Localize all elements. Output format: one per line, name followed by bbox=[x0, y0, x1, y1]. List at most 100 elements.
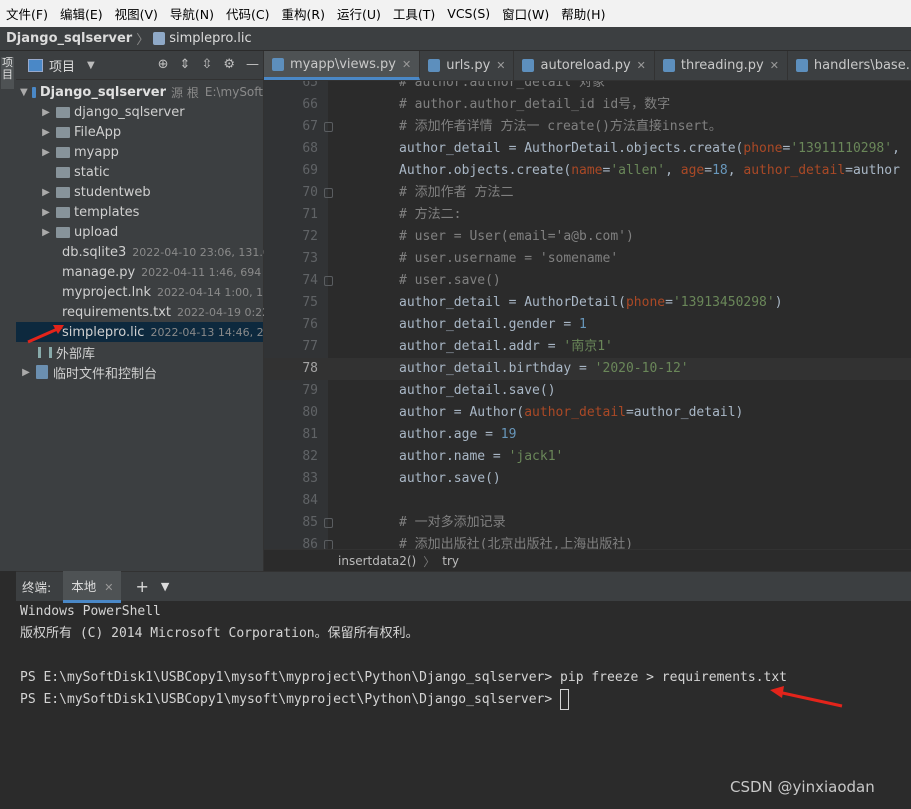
code-line[interactable]: 79 author_detail.save() bbox=[264, 380, 911, 402]
tree-item[interactable]: manage.py 2022-04-11 1:46, 694 B bbox=[16, 262, 272, 282]
collapse-all-icon[interactable]: ⇳ bbox=[201, 57, 212, 72]
tree-root[interactable]: ▼ Django_sqlserver 源 根 E:\mySoft bbox=[16, 82, 263, 102]
menu-file[interactable]: 文件(F) bbox=[0, 4, 54, 23]
add-terminal-icon[interactable]: + bbox=[135, 577, 148, 596]
menu-navigate[interactable]: 导航(N) bbox=[164, 4, 220, 23]
tree-item[interactable]: requirements.txt 2022-04-19 0:22, bbox=[16, 302, 273, 322]
tab-autoreload[interactable]: autoreload.py ✕ bbox=[514, 51, 655, 80]
expand-all-icon[interactable]: ⇕ bbox=[180, 57, 191, 72]
code-line[interactable]: 85 # 一对多添加记录 bbox=[264, 512, 911, 534]
menu-window[interactable]: 窗口(W) bbox=[496, 4, 555, 23]
fold-marker-icon[interactable] bbox=[324, 276, 333, 286]
code-line[interactable]: 86 # 添加出版社(北京出版社,上海出版社) bbox=[264, 534, 911, 549]
chevron-right-icon[interactable]: ▶ bbox=[40, 207, 52, 218]
tree-item[interactable]: ▶ templates bbox=[16, 202, 263, 222]
locate-file-icon[interactable]: ⊕ bbox=[158, 57, 169, 72]
project-panel-title[interactable]: 项目 bbox=[49, 56, 75, 75]
chevron-right-icon[interactable]: ▶ bbox=[40, 227, 52, 238]
menu-tools[interactable]: 工具(T) bbox=[387, 4, 441, 23]
code-line[interactable]: 68 author_detail = AuthorDetail.objects.c… bbox=[264, 138, 911, 160]
code-line[interactable]: 81 author.age = 19 bbox=[264, 424, 911, 446]
code-line[interactable]: 74 # user.save() bbox=[264, 270, 911, 292]
code-line[interactable]: 66 # author.author_detail_id id号，数字 bbox=[264, 94, 911, 116]
chevron-down-icon[interactable]: ▼ bbox=[20, 87, 28, 98]
tab-handlers-base[interactable]: handlers\base.py ✕ bbox=[788, 51, 911, 80]
tree-scratches[interactable]: ▶ 临时文件和控制台 bbox=[16, 362, 263, 382]
terminal-line: PS E:\mySoftDisk1\USBCopy1\mysoft\myproj… bbox=[20, 670, 788, 685]
code-line[interactable]: 80 author = Author(author_detail=author_d… bbox=[264, 402, 911, 424]
breadcrumb-project[interactable]: Django_sqlserver bbox=[6, 31, 132, 46]
code-line[interactable]: 83 author.save() bbox=[264, 468, 911, 490]
code-line[interactable]: 67 # 添加作者详情 方法一 create()方法直接insert。 bbox=[264, 116, 911, 138]
code-line[interactable]: 72 # user = User(email='a@b.com') bbox=[264, 226, 911, 248]
tab-threading[interactable]: threading.py ✕ bbox=[655, 51, 788, 80]
code-line[interactable]: 84 bbox=[264, 490, 911, 512]
close-icon[interactable]: ✕ bbox=[637, 59, 646, 72]
tree-item[interactable]: ▶ FileApp bbox=[16, 122, 263, 142]
tree-external-libraries[interactable]: 外部库 bbox=[16, 342, 263, 362]
project-view-icon bbox=[28, 58, 43, 72]
chevron-right-icon[interactable]: ▶ bbox=[20, 367, 32, 378]
chevron-down-icon[interactable]: ▼ bbox=[161, 580, 169, 593]
tab-local-terminal[interactable]: 本地 ✕ bbox=[63, 570, 122, 603]
tree-item[interactable]: static bbox=[16, 162, 263, 182]
tree-item[interactable]: ▶ upload bbox=[16, 222, 263, 242]
code-line[interactable]: 75 author_detail = AuthorDetail(phone='13… bbox=[264, 292, 911, 314]
chevron-right-icon[interactable]: ▶ bbox=[40, 187, 52, 198]
code-line[interactable]: 82 author.name = 'jack1' bbox=[264, 446, 911, 468]
tree-item[interactable]: ▶ myapp bbox=[16, 142, 263, 162]
fold-marker-icon[interactable] bbox=[324, 188, 333, 198]
tab-views[interactable]: myapp\views.py ✕ bbox=[264, 51, 421, 80]
line-number: 79 bbox=[302, 383, 318, 398]
tab-urls[interactable]: urls.py ✕ bbox=[420, 51, 515, 80]
fold-marker-icon[interactable] bbox=[324, 540, 333, 549]
code-line[interactable]: 65 # author.author_detail 对象 bbox=[264, 81, 911, 94]
chevron-right-icon[interactable]: ▶ bbox=[40, 127, 52, 138]
line-number: 81 bbox=[302, 427, 318, 442]
terminal-line: 版权所有 (C) 2014 Microsoft Corporation。保留所有… bbox=[20, 626, 419, 641]
chevron-right-icon[interactable]: ▶ bbox=[40, 147, 52, 158]
line-number: 66 bbox=[302, 97, 318, 112]
project-tool-tab[interactable]: 项目 bbox=[1, 57, 14, 89]
fold-marker-icon[interactable] bbox=[324, 122, 333, 132]
code-line[interactable]: 70 # 添加作者 方法二 bbox=[264, 182, 911, 204]
chevron-right-icon: 〉 bbox=[136, 33, 150, 48]
code-line[interactable]: 73 # user.username = 'somename' bbox=[264, 248, 911, 270]
breadcrumb-file[interactable]: simplepro.lic bbox=[169, 31, 251, 46]
code-text: author_detail = AuthorDetail(phone='1391… bbox=[399, 295, 783, 310]
menu-run[interactable]: 运行(U) bbox=[331, 4, 387, 23]
project-panel-header: 项目 ▼ ⊕ ⇕ ⇳ ⚙ — bbox=[16, 51, 263, 80]
code-line[interactable]: 76 author_detail.gender = 1 bbox=[264, 314, 911, 336]
menu-view[interactable]: 视图(V) bbox=[109, 4, 164, 23]
close-icon[interactable]: ✕ bbox=[402, 58, 411, 71]
tree-item[interactable]: db.sqlite3 2022-04-10 23:06, 131.0 bbox=[16, 242, 270, 262]
hide-icon[interactable]: — bbox=[246, 57, 259, 72]
crumb-function[interactable]: insertdata2() bbox=[338, 554, 416, 568]
line-number: 72 bbox=[302, 229, 318, 244]
folder-icon bbox=[56, 166, 70, 178]
menu-code[interactable]: 代码(C) bbox=[220, 4, 275, 23]
code-line[interactable]: 77 author_detail.addr = '南京1' bbox=[264, 336, 911, 358]
code-text: # user = User(email='a@b.com') bbox=[399, 229, 634, 244]
chevron-right-icon[interactable]: ▶ bbox=[40, 107, 52, 118]
code-text: # 方法二: bbox=[399, 207, 462, 222]
terminal-prompt-line[interactable]: PS E:\mySoftDisk1\USBCopy1\mysoft\myproj… bbox=[20, 689, 570, 711]
fold-marker-icon[interactable] bbox=[324, 518, 333, 528]
close-icon[interactable]: ✕ bbox=[770, 59, 779, 72]
tree-item[interactable]: ▶ django_sqlserver bbox=[16, 102, 263, 122]
code-line[interactable]: 78 author_detail.birthday = '2020-10-12' bbox=[264, 358, 911, 380]
menu-vcs[interactable]: VCS(S) bbox=[441, 6, 496, 21]
close-icon[interactable]: ✕ bbox=[104, 581, 113, 594]
menu-edit[interactable]: 编辑(E) bbox=[54, 4, 109, 23]
chevron-down-icon[interactable]: ▼ bbox=[87, 60, 95, 71]
code-editor[interactable]: 65 # author.author_detail 对象 66 # author.au… bbox=[264, 81, 911, 549]
code-line[interactable]: 71 # 方法二: bbox=[264, 204, 911, 226]
crumb-block[interactable]: try bbox=[442, 554, 459, 568]
tree-item[interactable]: ▶ studentweb bbox=[16, 182, 263, 202]
code-line[interactable]: 69 Author.objects.create(name='allen', ag… bbox=[264, 160, 911, 182]
gear-icon[interactable]: ⚙ bbox=[223, 57, 235, 72]
tree-item[interactable]: myproject.lnk 2022-04-14 1:00, 1.0 bbox=[16, 282, 274, 302]
menu-refactor[interactable]: 重构(R) bbox=[276, 4, 331, 23]
close-icon[interactable]: ✕ bbox=[496, 59, 505, 72]
menu-help[interactable]: 帮助(H) bbox=[555, 4, 611, 23]
